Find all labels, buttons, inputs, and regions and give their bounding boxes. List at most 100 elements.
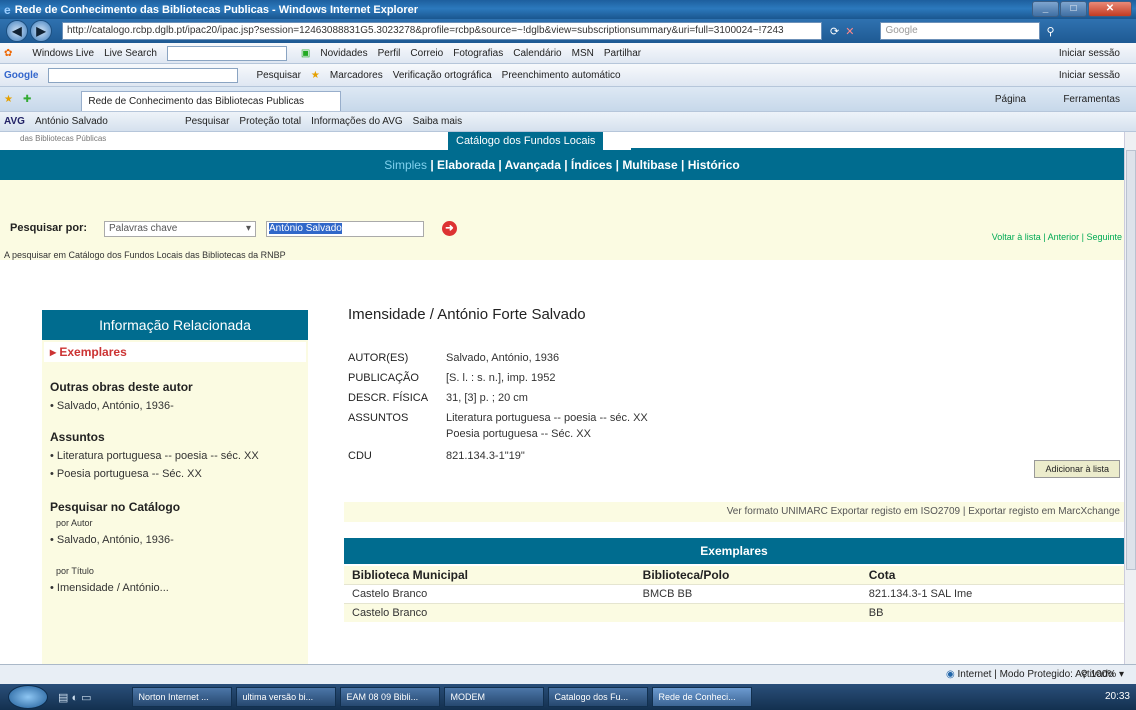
- voltar-link[interactable]: Voltar à lista: [992, 232, 1041, 242]
- link-msn[interactable]: MSN: [572, 48, 594, 59]
- taskbar-item-norton[interactable]: Norton Internet ...: [131, 687, 232, 707]
- windows-live-logo-icon: ✿: [4, 47, 13, 59]
- address-toolbar: ◀ ▶ http://catalogo.rcbp.dglb.pt/ipac20/…: [0, 19, 1136, 43]
- autor-search-link[interactable]: • Salvado, António, 1936-: [50, 534, 308, 546]
- titulo-search-link[interactable]: • Imensidade / António...: [50, 582, 308, 594]
- link-calendario[interactable]: Calendário: [513, 48, 561, 59]
- mode-multibase[interactable]: Multibase: [622, 158, 677, 172]
- field-autor: AUTOR(ES) Salvado, António, 1936: [348, 352, 559, 364]
- tab-current[interactable]: Rede de Conhecimento das Bibliotecas Pub…: [81, 90, 342, 111]
- ie-logo-icon: e: [4, 2, 11, 17]
- avg-info-link[interactable]: Informações do AVG: [311, 116, 403, 127]
- field-assuntos-value-1[interactable]: Literatura portuguesa -- poesia -- séc. …: [446, 412, 648, 424]
- field-assuntos-value-2[interactable]: Poesia portuguesa -- Séc. XX: [446, 428, 591, 440]
- anterior-link[interactable]: Anterior: [1048, 232, 1080, 242]
- sidebar-exemplares-link[interactable]: ▸ Exemplares: [44, 342, 306, 362]
- avg-protecao-link[interactable]: Proteção total: [239, 116, 301, 127]
- zoom-level[interactable]: ⚲ 100% ▾: [1081, 669, 1125, 680]
- start-button[interactable]: [8, 685, 48, 709]
- ferramentas-menu[interactable]: Ferramentas: [1063, 94, 1120, 105]
- google-search-input[interactable]: [48, 67, 239, 83]
- preenchimento-button[interactable]: Preenchimento automático: [502, 70, 621, 81]
- search-field-value: Palavras chave: [109, 223, 178, 234]
- live-search-input[interactable]: [166, 45, 287, 61]
- mode-elaborada[interactable]: Elaborada: [437, 158, 495, 172]
- minimize-button[interactable]: _: [1032, 1, 1059, 17]
- search-query-value: António Salvado: [269, 223, 342, 234]
- taskbar-item-modem[interactable]: MODEM: [443, 687, 544, 707]
- search-icon[interactable]: ⚲: [1046, 25, 1054, 38]
- add-to-list-button[interactable]: Adicionar à lista: [1034, 460, 1120, 478]
- field-publicacao: PUBLICAÇÃO [S. l. : s. n.], imp. 1952: [348, 372, 555, 384]
- back-button[interactable]: ◀: [6, 20, 28, 42]
- assunto-link-1-label: Literatura portuguesa -- poesia -- séc. …: [56, 450, 259, 462]
- outras-obras-heading: Outras obras deste autor: [50, 380, 193, 394]
- taskbar-item-rede[interactable]: Rede de Conheci...: [651, 687, 752, 707]
- link-correio[interactable]: Correio: [410, 48, 443, 59]
- maximize-button[interactable]: □: [1060, 1, 1087, 17]
- search-go-button[interactable]: ➜: [442, 221, 457, 236]
- assunto-link-2[interactable]: • Poesia portuguesa -- Séc. XX: [50, 468, 308, 480]
- format-links[interactable]: Ver formato UNIMARC Exportar registo em …: [344, 502, 1124, 522]
- zoom-value: 100%: [1090, 669, 1117, 680]
- search-row: [0, 180, 1124, 260]
- exemplares-title: Exemplares: [344, 538, 1124, 564]
- favorites-star-icon[interactable]: ★: [4, 94, 13, 105]
- iniciar-sessao-link[interactable]: Iniciar sessão: [1059, 48, 1120, 59]
- mode-simples[interactable]: Simples: [384, 158, 427, 172]
- link-fotografias[interactable]: Fotografias: [453, 48, 503, 59]
- pagina-menu[interactable]: Página: [995, 94, 1026, 105]
- link-partilhar[interactable]: Partilhar: [604, 48, 641, 59]
- magnifier-icon: ⚲: [1080, 669, 1088, 680]
- catalog-title: Catálogo dos Fundos Locais: [448, 132, 604, 150]
- scrollbar-thumb[interactable]: [1126, 150, 1136, 570]
- google-pesquisar-button[interactable]: Pesquisar: [256, 70, 300, 81]
- refresh-icon[interactable]: ⟳: [830, 25, 839, 38]
- por-titulo-label: por Título: [56, 566, 94, 576]
- table-cell: [634, 603, 861, 622]
- related-info-sidebar: Informação Relacionada ▸ Exemplares Outr…: [42, 310, 308, 664]
- search-scope: A pesquisar em Catálogo dos Fundos Locai…: [4, 250, 286, 260]
- table-cell: BMCB BB: [634, 584, 861, 604]
- vertical-scrollbar[interactable]: [1124, 132, 1136, 664]
- taskbar-item-ultima-versao[interactable]: ultima versão bi...: [235, 687, 336, 707]
- quicklaunch-icon[interactable]: ▤ ◐ ▭: [58, 691, 92, 704]
- address-input[interactable]: http://catalogo.rcbp.dglb.pt/ipac20/ipac…: [62, 22, 822, 40]
- avg-logo[interactable]: AVG: [4, 116, 25, 127]
- col-biblioteca-polo: Biblioteca/Polo: [634, 566, 861, 585]
- autor-link[interactable]: • Salvado, António, 1936-: [50, 400, 308, 412]
- avg-saiba-link[interactable]: Saiba mais: [413, 116, 462, 127]
- seguinte-link[interactable]: Seguinte: [1086, 232, 1122, 242]
- avg-pesquisar-button[interactable]: Pesquisar: [185, 116, 229, 127]
- field-assuntos: ASSUNTOS Literatura portuguesa -- poesia …: [348, 412, 648, 424]
- link-novidades[interactable]: Novidades: [320, 48, 367, 59]
- close-button[interactable]: ✕: [1088, 1, 1132, 17]
- sidebar-exemplares-label: Exemplares: [59, 345, 127, 359]
- live-search-go-icon[interactable]: ▣: [301, 48, 310, 59]
- field-publicacao-value: [S. l. : s. n.], imp. 1952: [446, 372, 556, 384]
- windows-live-label[interactable]: Windows Live: [32, 48, 94, 59]
- forward-button[interactable]: ▶: [30, 20, 52, 42]
- marcadores-button[interactable]: Marcadores: [330, 70, 383, 81]
- record-panel: Imensidade / António Forte Salvado AUTOR…: [344, 302, 1124, 662]
- taskbar-item-catalogo[interactable]: Catalogo dos Fu...: [547, 687, 648, 707]
- mode-avancada[interactable]: Avançada: [505, 158, 561, 172]
- verificacao-button[interactable]: Verificação ortográfica: [393, 70, 492, 81]
- google-iniciar-sessao-link[interactable]: Iniciar sessão: [1059, 70, 1120, 81]
- field-autor-value[interactable]: Salvado, António, 1936: [446, 352, 559, 364]
- avg-toolbar: AVG António Salvado Pesquisar Proteção t…: [0, 112, 1136, 132]
- search-query-input[interactable]: António Salvado: [266, 221, 424, 237]
- stop-icon[interactable]: ✕: [845, 25, 854, 38]
- avg-user-field[interactable]: António Salvado: [35, 116, 175, 127]
- mode-historico[interactable]: Histórico: [688, 158, 740, 172]
- google-toolbar: Google Pesquisar ★ Marcadores Verificaçã…: [0, 64, 1136, 87]
- web-search-input[interactable]: Google: [880, 22, 1041, 40]
- assunto-link-1[interactable]: • Literatura portuguesa -- poesia -- séc…: [50, 450, 308, 462]
- link-perfil[interactable]: Perfil: [378, 48, 401, 59]
- add-favorites-icon[interactable]: ✚: [23, 94, 31, 105]
- search-field-select[interactable]: Palavras chave ▾: [104, 221, 256, 237]
- field-descr: DESCR. FÍSICA 31, [3] p. ; 20 cm: [348, 392, 528, 404]
- taskbar-item-eam[interactable]: EAM 08 09 Bibli...: [339, 687, 440, 707]
- field-descr-label: DESCR. FÍSICA: [348, 392, 429, 404]
- mode-indices[interactable]: Índices: [571, 158, 612, 172]
